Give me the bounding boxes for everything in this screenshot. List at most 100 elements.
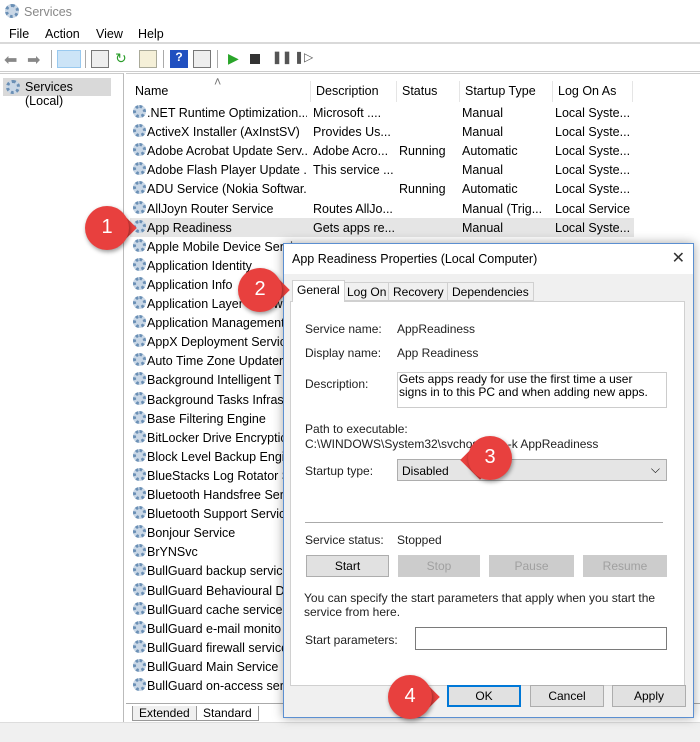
cell-desc: Adobe Acro... — [313, 144, 389, 159]
service-gear-icon — [133, 296, 146, 309]
service-row[interactable]: ActiveX Installer (AxInstSV) Provides Us.… — [130, 122, 634, 141]
service-gear-icon — [133, 257, 146, 271]
toolbar: ⬅ ➡ ↻ ? ▶ ❚❚ ❚▷ — [0, 46, 700, 72]
service-row[interactable]: .NET Runtime Optimization... Microsoft ..… — [130, 103, 634, 122]
service-gear-icon — [133, 506, 146, 520]
menu-view[interactable]: View — [96, 27, 123, 41]
menu-file[interactable]: File — [9, 27, 29, 41]
service-gear-icon — [133, 410, 146, 424]
service-gear-icon — [133, 639, 146, 653]
startup-type-label: Startup type: — [305, 464, 374, 478]
service-gear-icon — [133, 353, 146, 367]
start-parameters-input[interactable] — [415, 627, 667, 650]
pause-button[interactable]: Pause — [489, 555, 574, 577]
cell-startup: Manual — [462, 163, 503, 178]
dialog-title: App Readiness Properties (Local Computer… — [292, 252, 538, 266]
resume-button[interactable]: Resume — [583, 555, 667, 577]
cell-logon: Local Syste... — [555, 163, 631, 178]
display-name-value: App Readiness — [397, 346, 479, 360]
console-tree: Services (Local) — [0, 73, 124, 722]
service-gear-icon — [133, 429, 146, 443]
show-hide-console-tree-icon[interactable] — [57, 50, 81, 68]
tree-item-services-local[interactable]: Services (Local) — [3, 78, 111, 108]
startup-type-value: Disabled — [402, 464, 449, 478]
service-gear-icon — [133, 620, 146, 634]
close-icon[interactable]: ✕ — [672, 248, 685, 268]
tab-log-on[interactable]: Log On — [342, 282, 392, 301]
forward-icon[interactable]: ➡ — [27, 50, 45, 69]
services-gear-icon — [6, 80, 20, 94]
service-gear-icon — [133, 544, 146, 558]
service-status-value: Stopped — [397, 533, 442, 547]
service-gear-icon — [133, 563, 146, 577]
description-label: Description: — [305, 377, 369, 391]
back-icon[interactable]: ⬅ — [4, 50, 22, 69]
refresh-icon[interactable]: ↻ — [115, 50, 133, 68]
service-gear-icon — [133, 525, 146, 539]
cell-desc: Provides Us... — [313, 125, 391, 140]
service-row[interactable]: Adobe Flash Player Update ... This servic… — [130, 160, 634, 179]
service-gear-icon — [133, 467, 146, 481]
cell-status: Running — [399, 182, 446, 197]
help-icon[interactable]: ? — [170, 50, 188, 68]
cell-logon: Local Syste... — [555, 106, 631, 120]
cell-startup: Manual (Trig... — [462, 201, 543, 216]
service-gear-icon — [133, 162, 146, 176]
cell-name: Adobe Acrobat Update Serv... — [147, 144, 307, 159]
tab-recovery[interactable]: Recovery — [388, 282, 449, 301]
service-status-label: Service status: — [305, 533, 384, 547]
cell-logon: Local Service — [555, 201, 631, 216]
description-textbox[interactable]: Gets apps ready for use the first time a… — [397, 372, 667, 408]
tab-dependencies[interactable]: Dependencies — [447, 282, 534, 301]
service-gear-icon — [133, 601, 146, 615]
stop-service-icon[interactable] — [250, 54, 260, 64]
start-button[interactable]: Start — [306, 555, 389, 577]
service-gear-icon — [133, 276, 146, 290]
show-action-pane-icon[interactable] — [193, 50, 211, 68]
service-gear-icon — [133, 143, 146, 157]
path-value: C:\WINDOWS\System32\svchost.exe -k AppRe… — [305, 437, 599, 451]
window-title: Services — [24, 5, 72, 19]
start-parameters-label: Start parameters: — [305, 633, 398, 647]
tab-standard[interactable]: Standard — [196, 706, 259, 721]
menu-help[interactable]: Help — [138, 27, 164, 41]
cell-logon: Local Syste... — [555, 125, 631, 140]
cancel-button[interactable]: Cancel — [530, 685, 604, 707]
display-name-label: Display name: — [305, 346, 382, 360]
service-gear-icon — [133, 238, 146, 252]
tab-general[interactable]: General — [292, 280, 345, 302]
service-row[interactable]: AllJoyn Router Service Routes AllJo... Man… — [130, 199, 634, 218]
callout-4: 4 — [388, 675, 440, 719]
pause-service-icon[interactable]: ❚❚ — [272, 50, 292, 68]
service-gear-icon — [133, 181, 146, 195]
column-header-startup-type[interactable]: Startup Type — [460, 81, 553, 102]
properties-dialog: App Readiness Properties (Local Computer… — [283, 243, 694, 718]
column-header-name[interactable]: Name ˄ — [130, 75, 311, 102]
services-gear-icon — [5, 4, 19, 18]
menu-bar: File Action View Help — [0, 23, 700, 44]
service-row[interactable]: App Readiness Gets apps re... Manual Local … — [130, 217, 634, 237]
startup-type-select[interactable]: Disabled ⌵ — [397, 459, 667, 481]
column-header-status[interactable]: Status — [397, 81, 460, 102]
column-header-log-on-as[interactable]: Log On As — [553, 81, 633, 102]
service-row[interactable]: ADU Service (Nokia Softwar... Running Auto… — [130, 179, 634, 198]
apply-button[interactable]: Apply — [612, 685, 686, 707]
cell-startup: Manual — [462, 220, 503, 235]
column-header-description[interactable]: Description — [311, 81, 397, 102]
restart-service-icon[interactable]: ❚▷ — [294, 50, 313, 68]
properties-icon[interactable] — [91, 50, 109, 68]
ok-button[interactable]: OK — [447, 685, 521, 707]
service-gear-icon — [133, 658, 146, 672]
stop-button[interactable]: Stop — [398, 555, 480, 577]
cell-name: AllJoyn Router Service — [147, 201, 274, 216]
cell-desc: Routes AllJo... — [313, 201, 393, 216]
service-row[interactable]: Adobe Acrobat Update Serv... Adobe Acro..… — [130, 141, 634, 160]
tab-extended[interactable]: Extended — [132, 706, 197, 721]
cell-name: ActiveX Installer (AxInstSV) — [147, 125, 300, 140]
export-list-icon[interactable] — [139, 50, 157, 68]
cell-desc: This service ... — [313, 163, 394, 178]
start-service-icon[interactable]: ▶ — [228, 50, 246, 68]
path-label: Path to executable: — [305, 422, 408, 436]
menu-action[interactable]: Action — [45, 27, 80, 41]
callout-1: 1 — [85, 206, 137, 250]
